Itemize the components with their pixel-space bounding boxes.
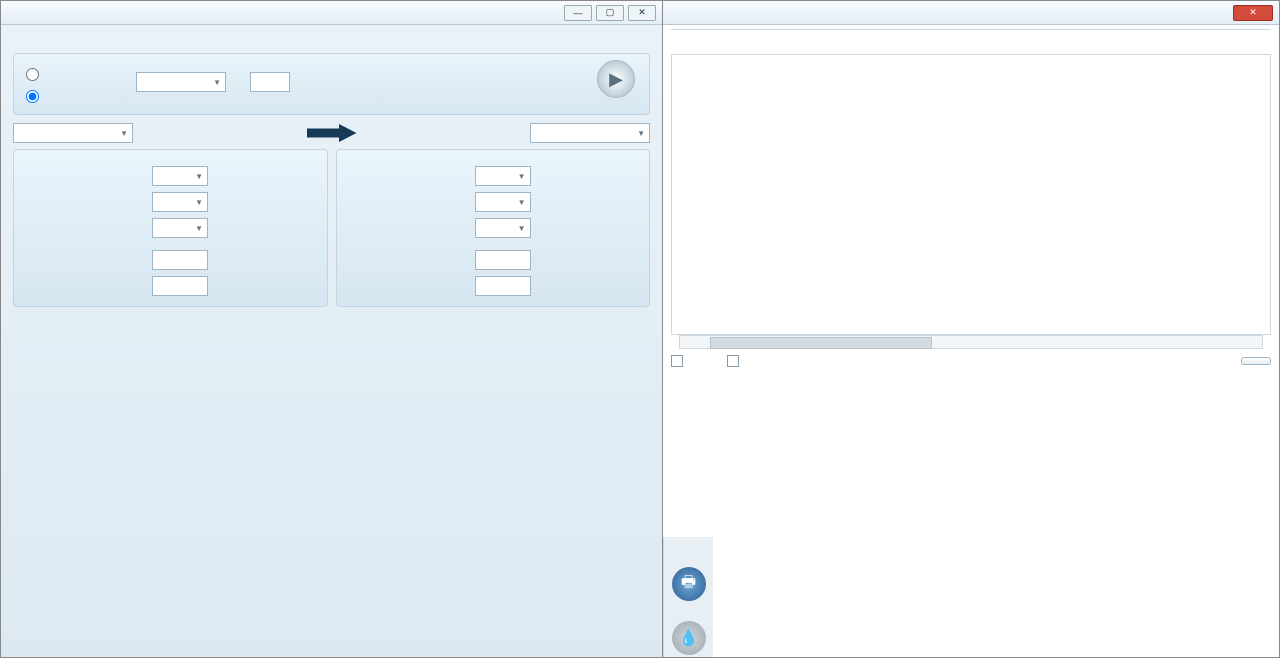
from-hplc-group: ▼ ▼ ▼ bbox=[13, 149, 328, 307]
arrow-icon bbox=[307, 124, 357, 142]
to-system-select[interactable]: ▼ bbox=[530, 123, 650, 143]
from-diameter-select[interactable]: ▼ bbox=[152, 192, 208, 212]
from-injection-input[interactable] bbox=[152, 250, 208, 270]
to-length-select[interactable]: ▼ bbox=[475, 166, 531, 186]
show-additional-checkbox[interactable] bbox=[671, 355, 687, 367]
mw-select[interactable]: ▼ bbox=[136, 72, 226, 92]
copy-gradient-button[interactable] bbox=[1241, 357, 1271, 365]
temp-input[interactable] bbox=[250, 72, 290, 92]
calculate-button[interactable]: ▶ bbox=[597, 60, 635, 100]
maximize-button[interactable]: ▢ bbox=[596, 5, 624, 21]
to-diameter-select[interactable]: ▼ bbox=[475, 192, 531, 212]
from-dwell-input[interactable] bbox=[152, 276, 208, 296]
to-particle-select[interactable]: ▼ bbox=[475, 218, 531, 238]
isocratic-radio[interactable] bbox=[26, 72, 43, 84]
from-length-select[interactable]: ▼ bbox=[152, 166, 208, 186]
gradient-radio[interactable] bbox=[26, 94, 43, 106]
conversion-arrow bbox=[293, 124, 371, 142]
menubar bbox=[1, 25, 662, 45]
right-titlebar: ✕ bbox=[663, 1, 1279, 25]
print-button[interactable]: 🖶 bbox=[672, 567, 706, 603]
results-body[interactable] bbox=[671, 55, 1271, 335]
left-titlebar: — ▢ ✕ bbox=[1, 1, 662, 25]
from-particle-select[interactable]: ▼ bbox=[152, 218, 208, 238]
to-dwell-input[interactable] bbox=[475, 276, 531, 296]
to-maxpressure-input[interactable] bbox=[475, 250, 531, 270]
analytical-factors-group: ▼ ▶ bbox=[13, 53, 650, 115]
play-icon: ▶ bbox=[597, 60, 635, 98]
horizontal-scrollbar[interactable] bbox=[679, 335, 1263, 349]
from-system-select[interactable]: ▼ bbox=[13, 123, 133, 143]
right-sidebar: 🖶 💧 bbox=[663, 537, 713, 657]
to-uplc-group: ▼ ▼ ▼ bbox=[336, 149, 651, 307]
results-header bbox=[671, 29, 1271, 55]
print-icon: 🖶 bbox=[672, 567, 706, 601]
right-close-button[interactable]: ✕ bbox=[1233, 5, 1273, 21]
flowrate-icon: 💧 bbox=[672, 621, 706, 655]
show-more-uplc-checkbox[interactable] bbox=[727, 355, 743, 367]
close-button[interactable]: ✕ bbox=[628, 5, 656, 21]
minimize-button[interactable]: — bbox=[564, 5, 592, 21]
flowrate-button[interactable]: 💧 bbox=[672, 621, 706, 657]
